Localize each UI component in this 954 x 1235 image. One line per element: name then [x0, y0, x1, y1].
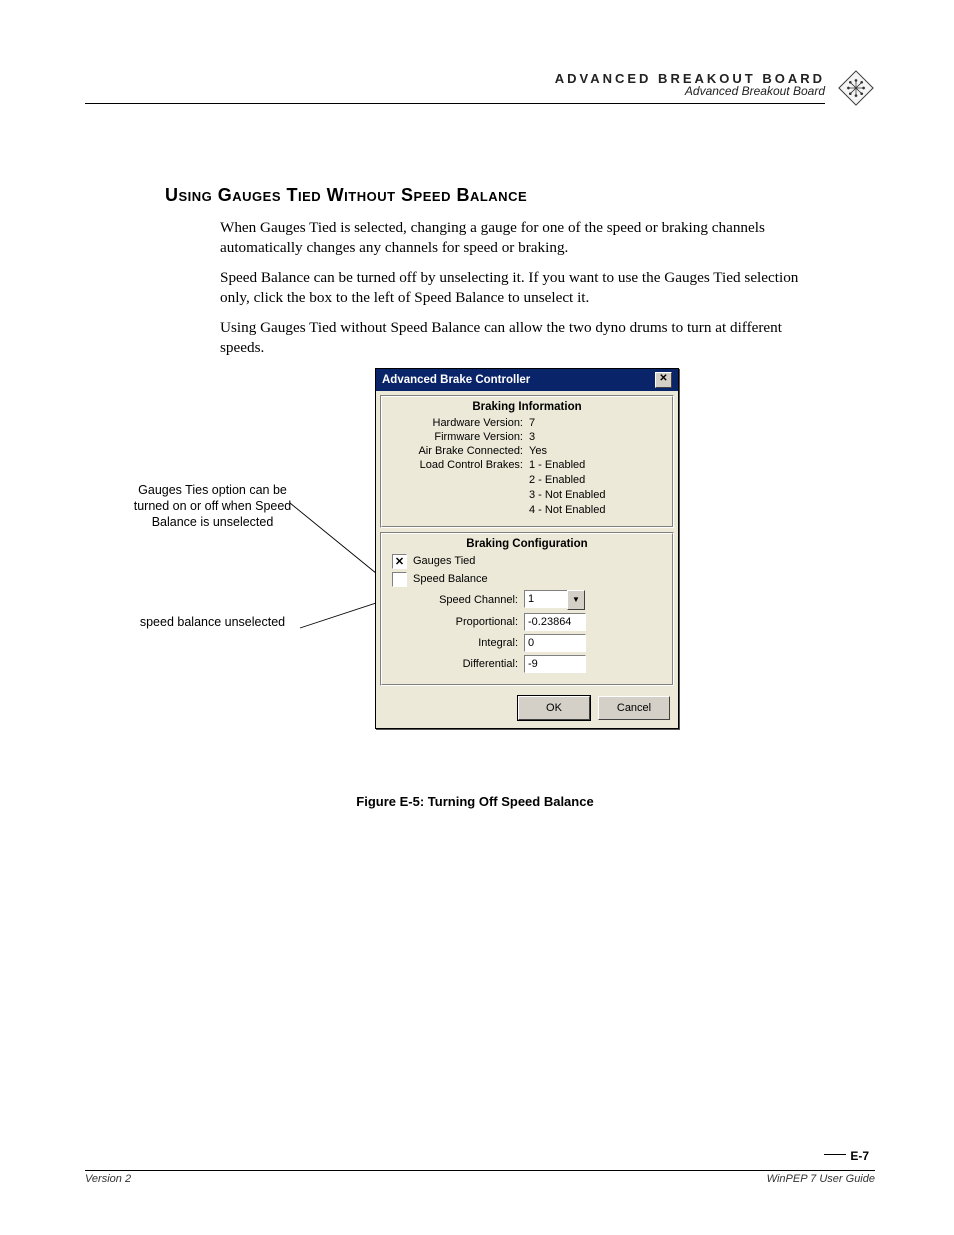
checkbox-speed-balance[interactable]: [392, 572, 407, 587]
paragraph: Speed Balance can be turned off by unsel…: [220, 268, 800, 308]
lcb-line: 3 - Not Enabled: [529, 488, 666, 503]
row-proportional: Proportional: -0.23864: [388, 613, 666, 631]
checkbox-gauges-tied[interactable]: ✕: [392, 554, 407, 569]
speed-channel-dropdown[interactable]: 1 ▼: [524, 590, 585, 610]
label: Air Brake Connected:: [388, 445, 529, 457]
paragraph: Using Gauges Tied without Speed Balance …: [220, 318, 800, 358]
figure-area: Gauges Ties option can be turned on or o…: [220, 368, 825, 788]
proportional-input[interactable]: -0.23864: [524, 613, 586, 631]
figure-caption: Figure E-5: Turning Off Speed Balance: [220, 794, 730, 809]
differential-input[interactable]: -9: [524, 655, 586, 673]
dialog-advanced-brake-controller: Advanced Brake Controller ✕ Braking Info…: [375, 368, 679, 729]
content-area: Using Gauges Tied Without Speed Balance …: [165, 185, 825, 809]
label: Load Control Brakes:: [388, 459, 529, 471]
breakout-board-icon: [837, 69, 875, 107]
panel-title: Braking Configuration: [388, 538, 666, 550]
footer-left: Version 2: [85, 1173, 131, 1185]
value: Yes: [529, 445, 666, 457]
footer-right: WinPEP 7 User Guide: [767, 1173, 875, 1185]
speed-channel-value[interactable]: 1: [524, 590, 567, 608]
row-speed-channel: Speed Channel: 1 ▼: [388, 590, 666, 610]
checkbox-speed-balance-row[interactable]: Speed Balance: [392, 572, 666, 587]
callout-gauges-ties: Gauges Ties option can be turned on or o…: [130, 483, 295, 530]
panel-braking-information: Braking Information Hardware Version: 7 …: [380, 395, 674, 528]
row-integral: Integral: 0: [388, 634, 666, 652]
ok-button[interactable]: OK: [518, 696, 590, 720]
row-firmware-version: Firmware Version: 3: [388, 431, 666, 443]
checkbox-label: Speed Balance: [413, 573, 488, 585]
body-text: When Gauges Tied is selected, changing a…: [220, 218, 800, 358]
label: Differential:: [388, 658, 524, 670]
page-number: E-7: [824, 1149, 869, 1163]
value: 7: [529, 417, 666, 429]
header-section-title: Advanced Breakout Board: [555, 84, 825, 98]
label: Proportional:: [388, 616, 524, 628]
chevron-down-icon[interactable]: ▼: [567, 590, 585, 610]
cancel-button[interactable]: Cancel: [598, 696, 670, 720]
paragraph: When Gauges Tied is selected, changing a…: [220, 218, 800, 258]
page-footer: Version 2 WinPEP 7 User Guide: [85, 1170, 875, 1185]
page-content: ADVANCED BREAKOUT BOARD Advanced Breakou…: [85, 75, 875, 809]
integral-input[interactable]: 0: [524, 634, 586, 652]
row-air-brake: Air Brake Connected: Yes: [388, 445, 666, 457]
page-header: ADVANCED BREAKOUT BOARD Advanced Breakou…: [85, 75, 875, 115]
panel-title: Braking Information: [388, 401, 666, 413]
label: Hardware Version:: [388, 417, 529, 429]
header-titles: ADVANCED BREAKOUT BOARD Advanced Breakou…: [555, 71, 825, 98]
lcb-line: 4 - Not Enabled: [529, 503, 666, 518]
callout-speed-balance: speed balance unselected: [130, 615, 295, 631]
section-heading: Using Gauges Tied Without Speed Balance: [165, 185, 825, 206]
close-icon[interactable]: ✕: [655, 372, 672, 388]
dialog-titlebar[interactable]: Advanced Brake Controller ✕: [376, 369, 678, 391]
row-differential: Differential: -9: [388, 655, 666, 673]
lcb-line: 2 - Enabled: [529, 473, 666, 488]
checkbox-gauges-tied-row[interactable]: ✕ Gauges Tied: [392, 554, 666, 569]
checkbox-label: Gauges Tied: [413, 555, 475, 567]
value: 1 - Enabled: [529, 459, 666, 471]
value: 3: [529, 431, 666, 443]
row-load-control-brakes: Load Control Brakes: 1 - Enabled: [388, 459, 666, 471]
label: Firmware Version:: [388, 431, 529, 443]
label: Speed Channel:: [388, 594, 524, 606]
panel-braking-configuration: Braking Configuration ✕ Gauges Tied Spee…: [380, 532, 674, 686]
header-rule: [85, 103, 825, 104]
label: Integral:: [388, 637, 524, 649]
row-hardware-version: Hardware Version: 7: [388, 417, 666, 429]
dialog-button-row: OK Cancel: [376, 690, 678, 728]
dialog-title: Advanced Brake Controller: [382, 374, 530, 386]
